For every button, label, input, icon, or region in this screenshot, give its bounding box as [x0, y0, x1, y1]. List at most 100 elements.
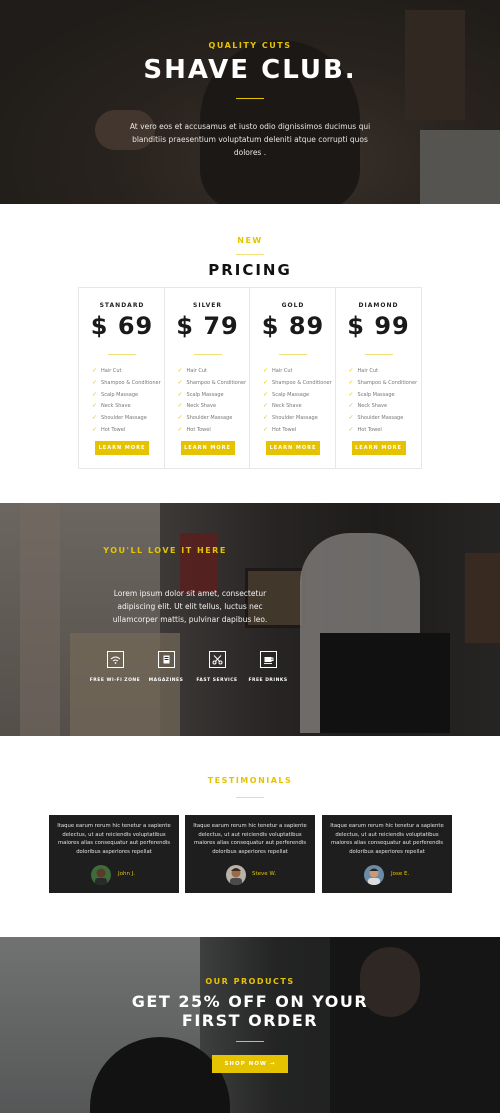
check-icon: ✓ [177, 414, 183, 422]
avatar [226, 865, 246, 885]
check-icon: ✓ [92, 425, 98, 433]
plan-name: STANDARD [99, 302, 145, 309]
check-icon: ✓ [177, 402, 183, 410]
feature-item: ✓ Shoulder Massage [177, 414, 233, 422]
plan-feature-list: ✓ Hair Cut ✓ Shampoo & Conditioner ✓ Scalp … [178, 367, 247, 438]
feature-item: ✓ Shampoo & Conditioner [177, 378, 247, 386]
feature-item: ✓ Neck Shave [92, 402, 131, 410]
wifi-icon [106, 651, 124, 668]
testimonial-author: John J. [118, 871, 136, 877]
plan-gold: GOLD $ 89 ✓ Hair Cut ✓ Shampoo & Condition… [250, 288, 336, 468]
learn-more-button[interactable]: LEARN MORE [95, 441, 149, 455]
learn-more-button[interactable]: LEARN MORE [351, 441, 406, 455]
feature-item: ✓ Hot Towel [92, 425, 126, 433]
testimonial-card: Itaque earum rerum hic tenetur a sapient… [185, 815, 315, 893]
plan-name: GOLD [281, 302, 305, 309]
feature-item: ✓ Shoulder Massage [263, 414, 318, 422]
arrow-right-icon: → [269, 1061, 276, 1067]
plan-feature-list: ✓ Hair Cut ✓ Shampoo & Conditioner ✓ Scalp … [263, 367, 332, 438]
plan-diamond: DIAMOND $ 99 ✓ Hair Cut ✓ Shampoo & Condit… [336, 288, 422, 468]
feature-item: ✓ Scalp Massage [177, 390, 224, 398]
feature-free-drinks: FREE DRINKS [238, 651, 298, 683]
testimonial-author: Jose E. [391, 871, 410, 877]
pricing-eyebrow: NEW [237, 236, 263, 245]
amenities-section: YOU'LL LOVE IT HERE Lorem ipsum dolor si… [0, 503, 500, 736]
check-icon: ✓ [92, 414, 98, 422]
check-icon: ✓ [92, 390, 98, 398]
products-title: GET 25% OFF ON YOUR FIRST ORDER [131, 992, 369, 1030]
testimonials-divider [236, 797, 264, 798]
plan-price: $ 79 [176, 312, 239, 340]
feature-item: ✓ Shampoo & Conditioner [348, 378, 418, 386]
plan-name: DIAMOND [358, 302, 399, 309]
hero-section: QUALITY CUTS SHAVE CLUB. At vero eos et … [0, 0, 500, 204]
hero-description: At vero eos et accusamus et iusto odio d… [129, 122, 371, 157]
check-icon: ✓ [348, 414, 354, 422]
pricing-table: STANDARD $ 69 ✓ Hair Cut ✓ Shampoo & Condi… [78, 287, 422, 469]
hero-title: SHAVE CLUB. [143, 55, 357, 85]
feature-item: ✓ Hair Cut [92, 367, 122, 374]
plan-price: $ 89 [261, 312, 325, 340]
amenities-eyebrow: YOU'LL LOVE IT HERE [103, 546, 227, 555]
amenities-description: Lorem ipsum dolor sit amet, consectetur … [112, 589, 268, 624]
scissors-icon [208, 651, 226, 668]
testimonial-quote: Itaque earum rerum hic tenetur a sapient… [57, 823, 171, 856]
feature-item: ✓ Scalp Massage [263, 390, 310, 398]
coffee-cup-icon [259, 651, 277, 668]
feature-item: ✓ Scalp Massage [92, 390, 139, 398]
plan-price: $ 69 [90, 312, 154, 340]
feature-item: ✓ Hot Towel [177, 425, 211, 433]
avatar [364, 865, 384, 885]
products-section: OUR PRODUCTS GET 25% OFF ON YOUR FIRST O… [0, 937, 500, 1113]
hero-divider [236, 98, 264, 99]
check-icon: ✓ [348, 378, 354, 386]
avatar [91, 865, 111, 885]
check-icon: ✓ [348, 367, 354, 374]
plan-feature-list: ✓ Hair Cut ✓ Shampoo & Conditioner ✓ Scalp … [349, 367, 418, 438]
feature-item: ✓ Hair Cut [263, 367, 293, 374]
check-icon: ✓ [177, 378, 183, 386]
check-icon: ✓ [263, 390, 269, 398]
feature-item: ✓ Shampoo & Conditioner [92, 378, 161, 386]
pricing-divider [236, 254, 264, 255]
plan-standard: STANDARD $ 69 ✓ Hair Cut ✓ Shampoo & Condi… [79, 288, 165, 468]
feature-item: ✓ Hair Cut [177, 367, 208, 374]
testimonial-quote: Itaque earum rerum hic tenetur a sapient… [193, 823, 307, 856]
check-icon: ✓ [263, 367, 269, 374]
feature-item: ✓ Hot Towel [348, 425, 382, 433]
check-icon: ✓ [348, 390, 354, 398]
feature-item: ✓ Neck Shave [348, 402, 388, 410]
plan-name: SILVER [193, 302, 222, 309]
testimonial-card: Itaque earum rerum hic tenetur a sapient… [49, 815, 179, 893]
testimonial-card: Itaque earum rerum hic tenetur a sapient… [322, 815, 452, 893]
products-eyebrow: OUR PRODUCTS [205, 977, 295, 986]
products-divider [236, 1041, 264, 1042]
feature-label: FREE DRINKS [248, 678, 288, 683]
check-icon: ✓ [348, 402, 354, 410]
testimonial-quote: Itaque earum rerum hic tenetur a sapient… [330, 823, 444, 856]
pricing-title: PRICING [208, 261, 292, 279]
feature-item: ✓ Hair Cut [348, 367, 379, 374]
shop-now-button[interactable]: SHOP NOW → [212, 1055, 288, 1073]
check-icon: ✓ [263, 425, 269, 433]
feature-item: ✓ Shoulder Massage [348, 414, 404, 422]
feature-item: ✓ Neck Shave [263, 402, 302, 410]
check-icon: ✓ [177, 367, 183, 374]
feature-item: ✓ Neck Shave [177, 402, 217, 410]
check-icon: ✓ [263, 414, 269, 422]
plan-silver: SILVER $ 79 ✓ Hair Cut ✓ Shampoo & Conditi… [165, 288, 250, 468]
check-icon: ✓ [92, 378, 98, 386]
plan-feature-list: ✓ Hair Cut ✓ Shampoo & Conditioner ✓ Scalp … [92, 367, 161, 438]
check-icon: ✓ [92, 402, 98, 410]
check-icon: ✓ [177, 425, 183, 433]
hero-eyebrow: QUALITY CUTS [208, 41, 292, 50]
testimonial-author: Steve W. [252, 871, 276, 877]
learn-more-button[interactable]: LEARN MORE [266, 441, 320, 455]
magazine-icon [157, 651, 175, 668]
check-icon: ✓ [177, 390, 183, 398]
learn-more-button[interactable]: LEARN MORE [180, 441, 235, 455]
check-icon: ✓ [263, 378, 269, 386]
check-icon: ✓ [348, 425, 354, 433]
feature-item: ✓ Scalp Massage [348, 390, 395, 398]
feature-item: ✓ Shoulder Massage [92, 414, 147, 422]
